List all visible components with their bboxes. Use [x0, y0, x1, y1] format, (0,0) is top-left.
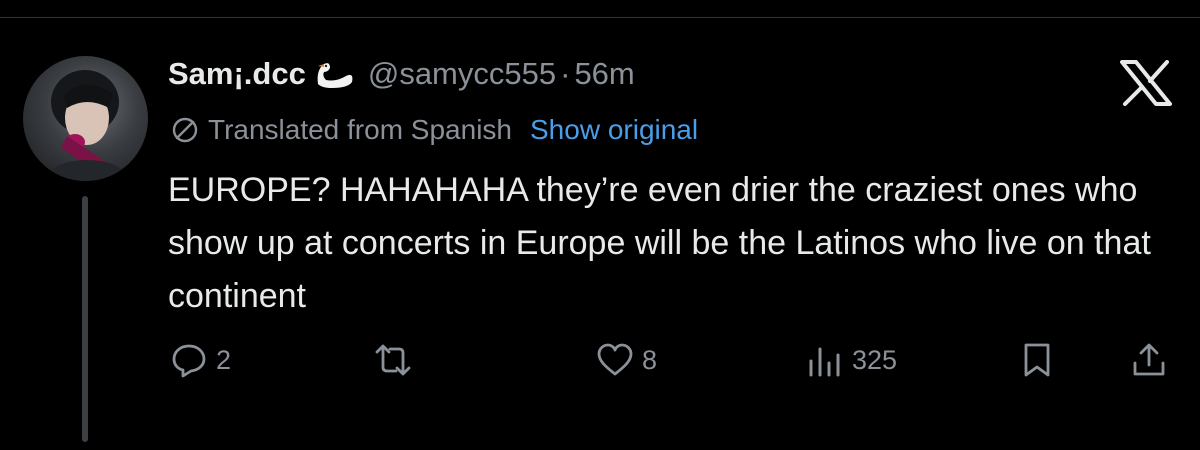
avatar-image: [47, 70, 127, 181]
translated-label: Translated from Spanish: [208, 114, 512, 145]
view-count: 325: [852, 344, 898, 375]
like-count: 8: [642, 344, 658, 375]
thread-line: [82, 196, 88, 442]
x-logo-icon: [1120, 60, 1172, 106]
show-original-link[interactable]: Show original: [530, 114, 698, 146]
retweet-button[interactable]: [374, 338, 412, 382]
globe-icon: [172, 117, 198, 143]
timestamp[interactable]: 56m: [574, 56, 634, 92]
top-divider: [0, 0, 1200, 18]
reply-count: 2: [216, 344, 232, 375]
handle[interactable]: @samycc555: [368, 56, 556, 92]
tweet-text: EUROPE? HAHAHAHA they’re even drier the …: [168, 171, 1151, 315]
tweet-header: Sam¡.dcc @samycc555 · 56m: [168, 52, 635, 96]
views-chart-icon: [809, 347, 840, 377]
avatar[interactable]: [23, 56, 148, 181]
swan-emoji: [317, 63, 353, 88]
like-button[interactable]: 8: [596, 338, 657, 382]
reply-icon: [172, 344, 206, 378]
share-icon: [1133, 343, 1165, 376]
bookmark-button[interactable]: [1018, 338, 1056, 382]
action-bar: 2 8 325: [0, 330, 1200, 390]
reply-button[interactable]: 2: [170, 338, 231, 382]
heart-icon: [597, 343, 633, 376]
separator: ·: [560, 56, 571, 91]
share-button[interactable]: [1130, 338, 1168, 382]
bookmark-icon: [1024, 343, 1050, 377]
display-name[interactable]: Sam¡.dcc: [168, 56, 306, 92]
views-button[interactable]: 325: [806, 338, 897, 382]
translation-row: Translated from Spanish Show original: [170, 110, 698, 150]
retweet-icon: [375, 344, 411, 376]
